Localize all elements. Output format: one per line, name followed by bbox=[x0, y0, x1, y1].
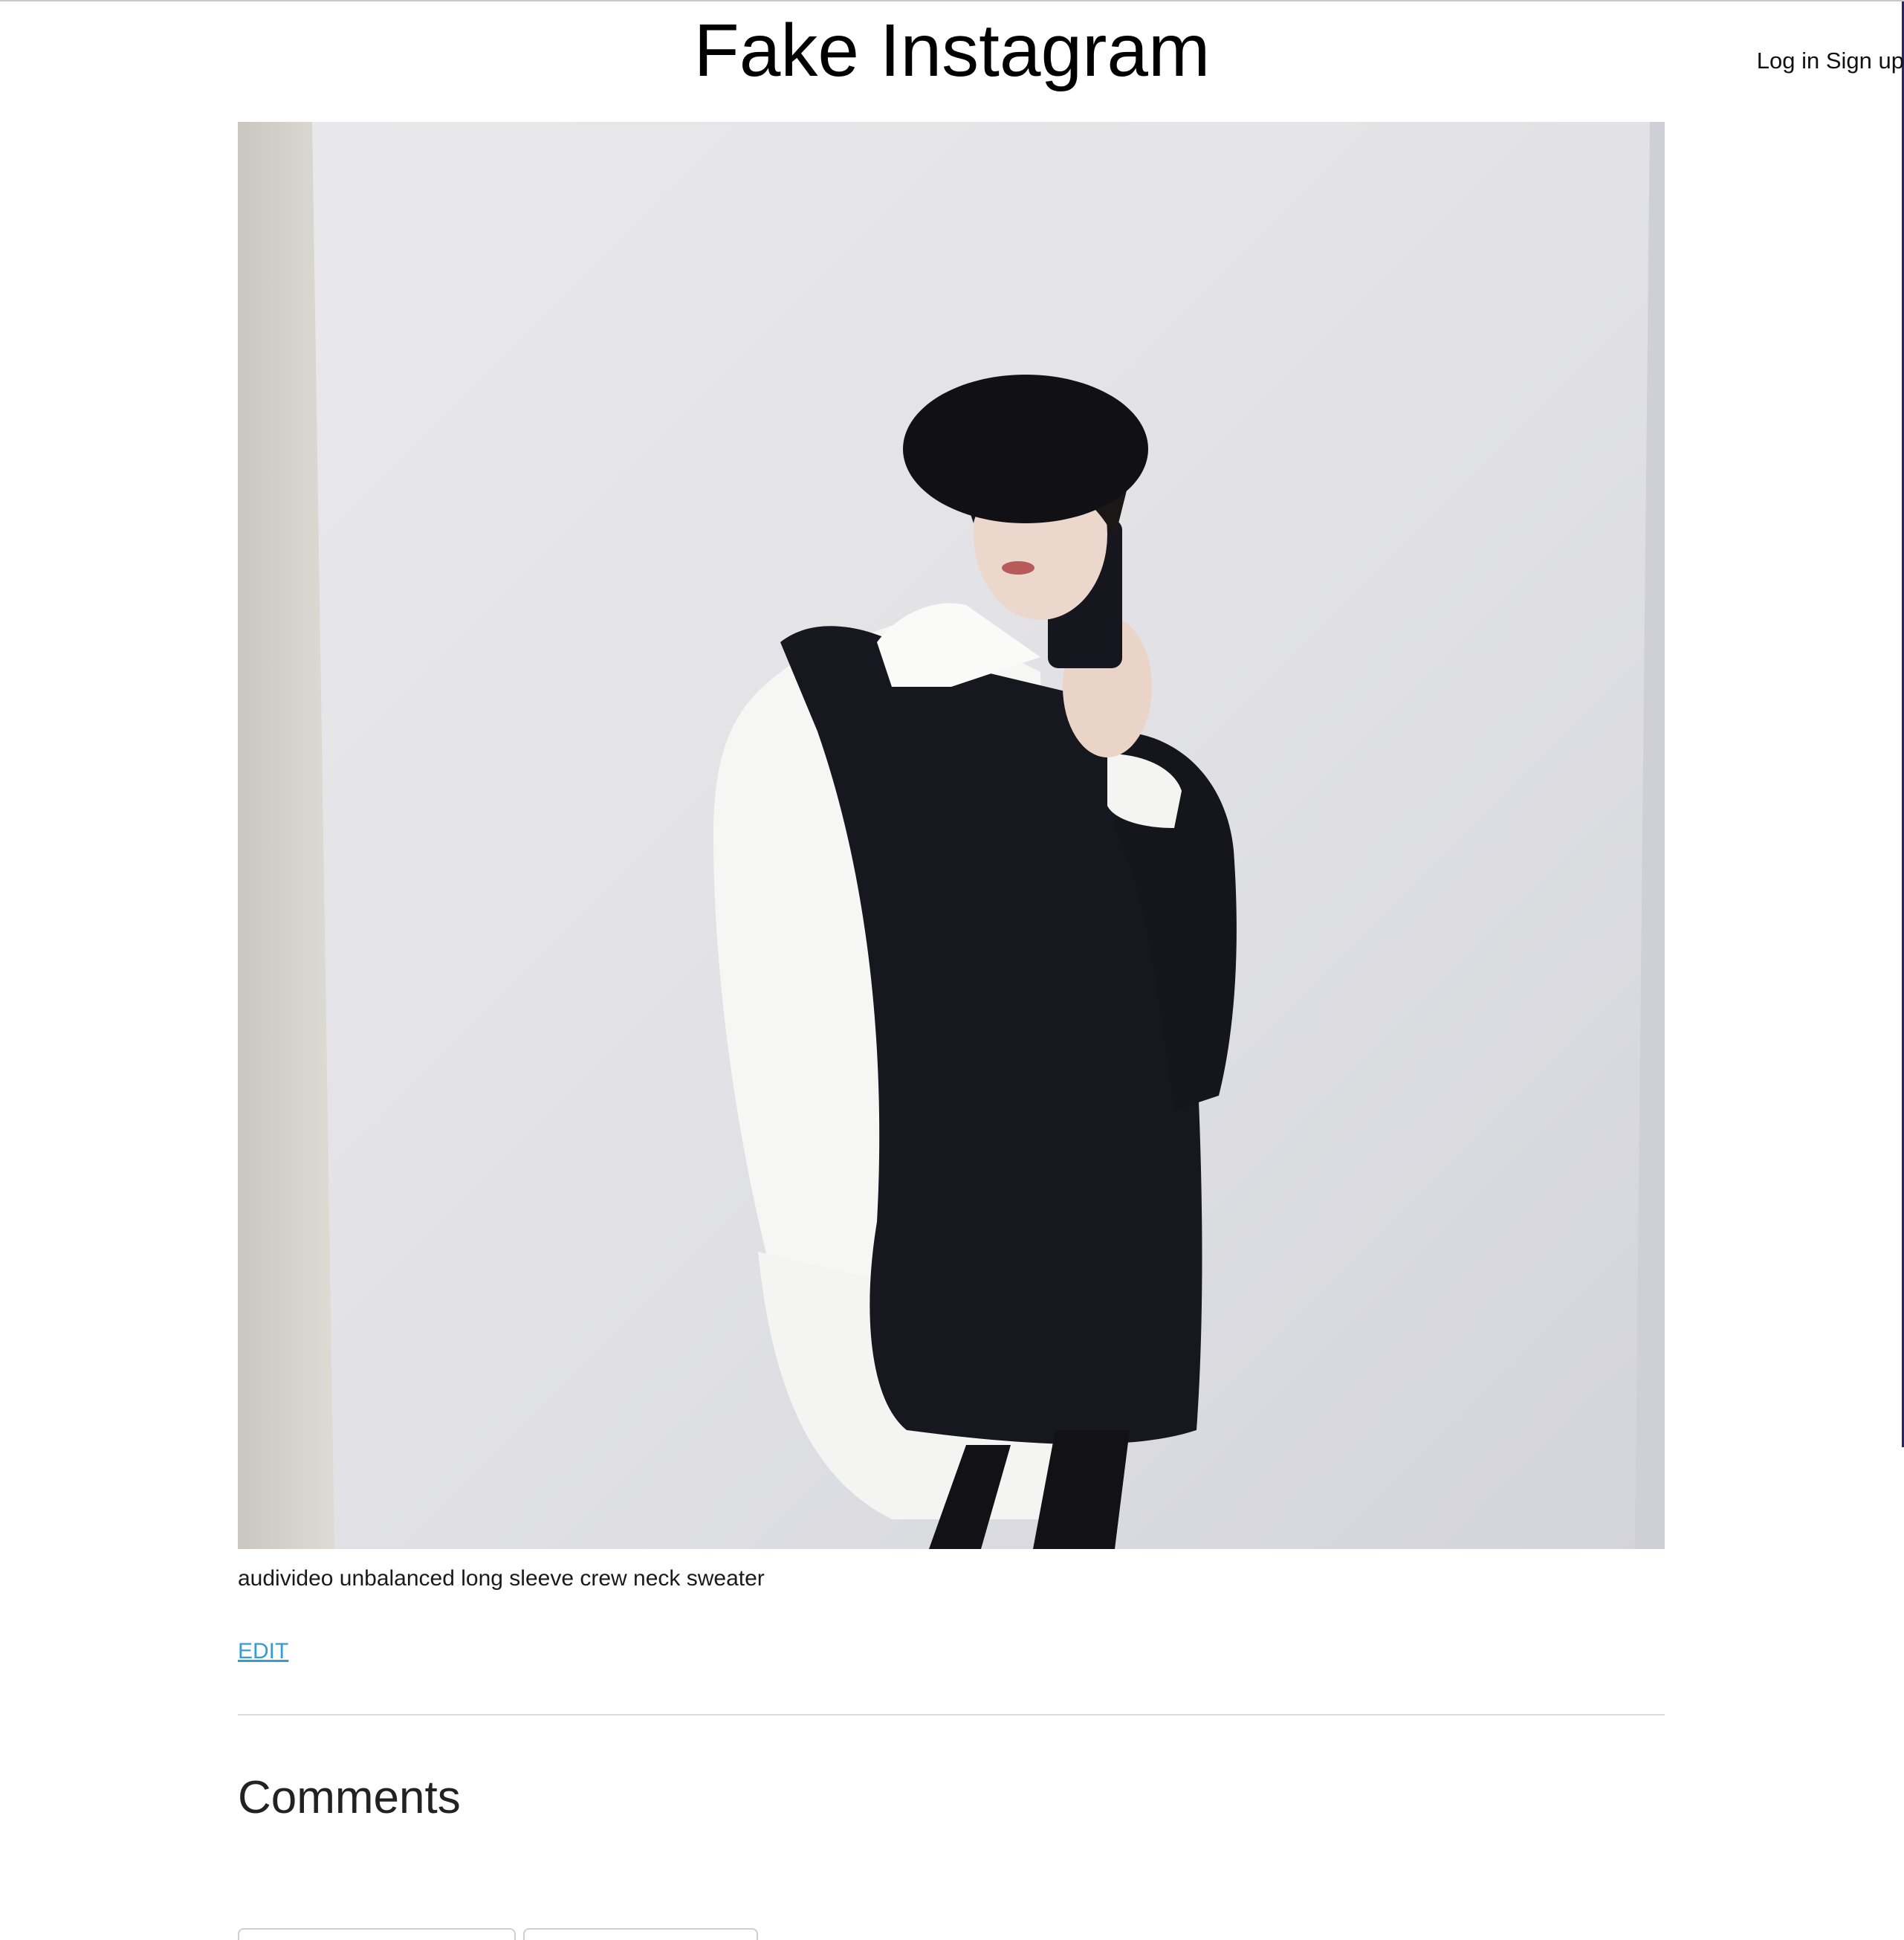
edit-link[interactable]: EDIT bbox=[238, 1638, 288, 1665]
site-header: Fake Instagram Log in Sign up bbox=[0, 1, 1904, 120]
post-photo bbox=[238, 122, 1665, 1549]
section-divider bbox=[238, 1714, 1665, 1716]
site-title: Fake Instagram bbox=[693, 9, 1211, 92]
comments-heading: Comments bbox=[238, 1772, 461, 1823]
signup-link[interactable]: Sign up bbox=[1826, 48, 1904, 74]
comment-submit-button[interactable] bbox=[523, 1928, 758, 1940]
comment-form bbox=[238, 1928, 758, 1940]
comment-input[interactable] bbox=[238, 1928, 516, 1940]
page: Fake Instagram Log in Sign up audivideo … bbox=[0, 0, 1904, 1940]
post-caption: audivideo unbalanced long sleeve crew ne… bbox=[238, 1566, 765, 1591]
login-link[interactable]: Log in bbox=[1757, 48, 1819, 74]
auth-links: Log in Sign up bbox=[1757, 48, 1904, 74]
post-container: audivideo unbalanced long sleeve crew ne… bbox=[238, 122, 1665, 1940]
